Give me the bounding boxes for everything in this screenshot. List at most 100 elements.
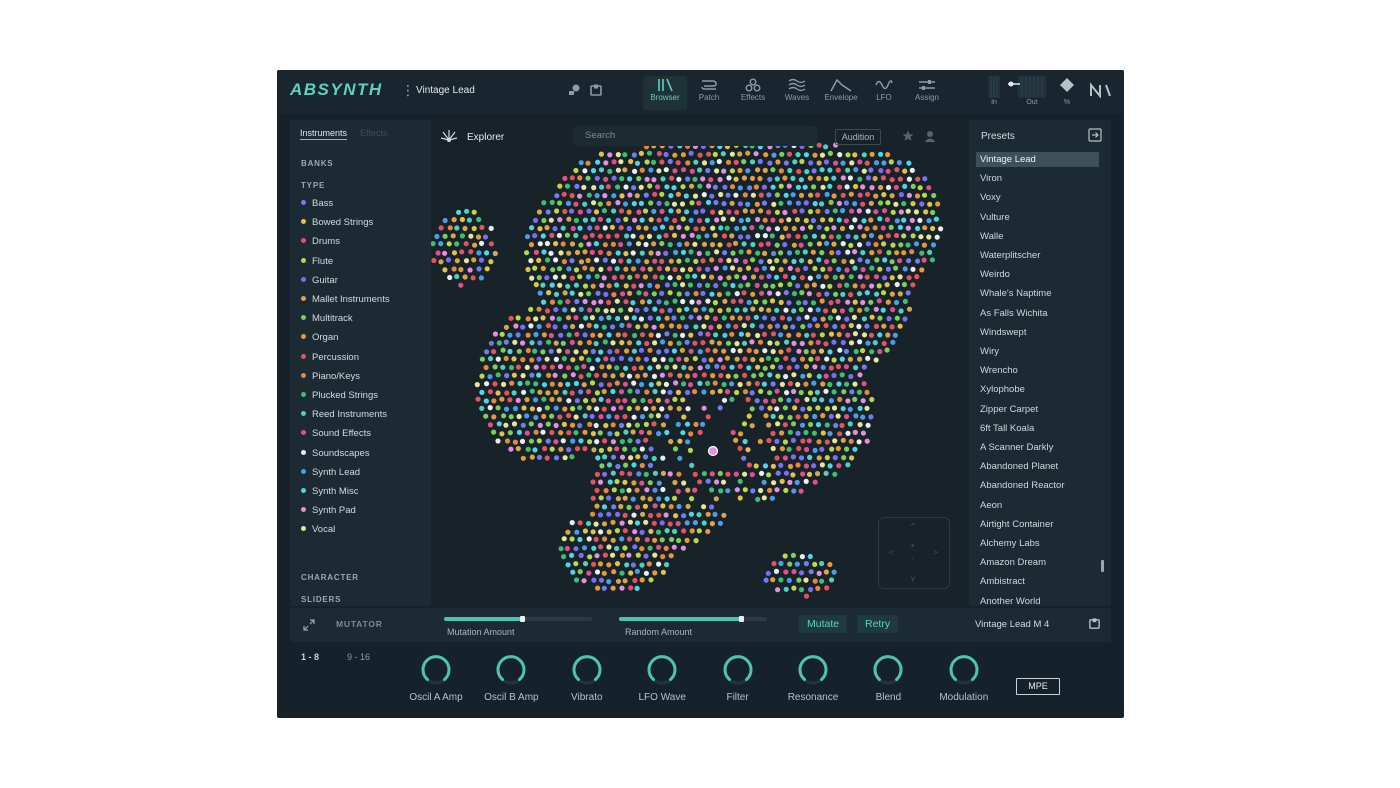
type-item[interactable]: Guitar [301, 275, 338, 289]
type-item[interactable]: Mallet Instruments [301, 294, 390, 308]
preset-item[interactable]: Abandoned Reactor [976, 478, 1099, 493]
map-navigation-pad[interactable]: ^ v < > + - [878, 517, 950, 589]
type-item[interactable]: Synth Pad [301, 505, 356, 519]
preset-item[interactable]: Zipper Carpet [976, 402, 1099, 417]
preset-item[interactable]: Ambistract [976, 574, 1099, 589]
save-mutation-icon[interactable] [1088, 617, 1101, 635]
preset-item[interactable]: Vintage Lead [976, 152, 1099, 167]
type-item[interactable]: Percussion [301, 352, 359, 366]
preset-item[interactable]: Abandoned Planet [976, 459, 1099, 474]
preset-item[interactable]: 6ft Tall Koala [976, 421, 1099, 436]
nav-down-icon[interactable]: v [911, 574, 915, 583]
zoom-in-icon[interactable]: + [910, 541, 915, 550]
tab-lfo[interactable]: LFO [862, 76, 906, 110]
type-color-dot [301, 507, 306, 513]
tab-assign[interactable]: Assign [905, 76, 949, 110]
mpe-button[interactable]: MPE [1016, 678, 1060, 695]
preset-item[interactable]: Whale's Naptime [976, 286, 1099, 301]
preset-item[interactable]: Vulture [976, 210, 1099, 225]
audition-button[interactable]: Audition [835, 129, 881, 145]
random-amount-slider[interactable] [619, 616, 767, 622]
nav-right-icon[interactable]: > [933, 548, 938, 557]
banks-section[interactable]: BANKS [301, 159, 333, 168]
expand-icon[interactable] [303, 618, 315, 636]
mutate-button[interactable]: Mutate [799, 615, 848, 633]
macro-knob-label: Vibrato [571, 692, 603, 703]
type-item[interactable]: Bass [301, 198, 333, 212]
type-color-dot [301, 219, 306, 225]
type-item[interactable]: Synth Lead [301, 467, 360, 481]
preset-item[interactable]: Windswept [976, 325, 1099, 340]
preset-menu-icon[interactable]: ⋮ [401, 82, 415, 98]
macro-knob[interactable] [872, 654, 904, 686]
type-item[interactable]: Synth Misc [301, 486, 358, 500]
save-icon[interactable] [588, 83, 604, 99]
preset-item[interactable]: Viron [976, 171, 1099, 186]
tab-instruments[interactable]: Instruments [300, 128, 348, 140]
macro-knob[interactable] [495, 654, 527, 686]
type-section[interactable]: TYPE [301, 181, 325, 190]
macro-knob[interactable] [646, 654, 678, 686]
retry-button[interactable]: Retry [857, 615, 899, 633]
type-item[interactable]: Plucked Strings [301, 390, 378, 404]
macro-page-1-8[interactable]: 1 - 8 [301, 652, 319, 662]
preset-item[interactable]: A Scanner Darkly [976, 440, 1099, 455]
preset-item[interactable]: Voxy [976, 190, 1099, 205]
type-item[interactable]: Piano/Keys [301, 371, 360, 385]
macro-knob[interactable] [420, 654, 452, 686]
presets-scrollbar[interactable] [1101, 560, 1104, 572]
type-item[interactable]: Reed Instruments [301, 409, 387, 423]
macro-knob[interactable] [797, 654, 829, 686]
export-icon[interactable] [1088, 128, 1102, 147]
zoom-out-icon[interactable]: - [911, 554, 914, 563]
tab-patch[interactable]: Patch [687, 76, 731, 110]
type-item[interactable]: Multitrack [301, 313, 353, 327]
macro-knob[interactable] [722, 654, 754, 686]
macro-knob-label: Oscil B Amp [484, 692, 539, 703]
preset-item[interactable]: Xylophobe [976, 382, 1099, 397]
tab-effects[interactable]: Effects [731, 76, 775, 110]
preset-item[interactable]: Amazon Dream [976, 555, 1099, 570]
favorite-star-icon[interactable] [902, 129, 914, 147]
tab-waves[interactable]: Waves [775, 76, 819, 110]
type-item[interactable]: Sound Effects [301, 428, 371, 442]
ni-logo-icon [1089, 82, 1113, 104]
type-item[interactable]: Flute [301, 256, 333, 270]
type-item[interactable]: Soundscapes [301, 448, 370, 462]
sliders-section[interactable]: SLIDERS [301, 595, 341, 604]
preset-item[interactable]: Airtight Container [976, 517, 1099, 532]
character-section[interactable]: CHARACTER [301, 573, 359, 582]
preset-item[interactable]: Waterplitscher [976, 248, 1099, 263]
output-meter[interactable] [1008, 76, 1046, 98]
tab-browser[interactable]: Browser [643, 76, 687, 110]
type-color-dot [301, 449, 306, 455]
preset-item[interactable]: Aeon [976, 498, 1099, 513]
diamond-icon[interactable] [1059, 77, 1075, 99]
preset-item[interactable]: Wrencho [976, 363, 1099, 378]
preset-item[interactable]: As Falls Wichita [976, 306, 1099, 321]
macro-knob[interactable] [948, 654, 980, 686]
random-amount-thumb[interactable] [739, 616, 745, 622]
search-input[interactable]: Search [573, 126, 817, 146]
tab-effects[interactable]: Effects [360, 128, 387, 138]
type-item[interactable]: Drums [301, 236, 340, 250]
preset-item[interactable]: Another World [976, 594, 1099, 609]
nav-left-icon[interactable]: < [889, 548, 894, 557]
preset-item[interactable]: Alchemy Labs [976, 536, 1099, 551]
mutation-amount-thumb[interactable] [519, 616, 525, 622]
explorer-icon[interactable] [440, 128, 458, 149]
macro-knob[interactable] [571, 654, 603, 686]
type-item[interactable]: Vocal [301, 524, 335, 538]
mutation-amount-slider[interactable] [444, 616, 592, 622]
nav-up-icon[interactable]: ^ [911, 522, 915, 531]
tab-envelope[interactable]: Envelope [819, 76, 863, 110]
current-preset-name: Vintage Lead [416, 85, 475, 96]
preset-item[interactable]: Weirdo [976, 267, 1099, 282]
type-item[interactable]: Organ [301, 332, 338, 346]
user-icon[interactable] [924, 129, 936, 147]
macro-page-9-16[interactable]: 9 - 16 [347, 652, 370, 662]
preset-item[interactable]: Wiry [976, 344, 1099, 359]
type-item[interactable]: Bowed Strings [301, 217, 373, 231]
preset-item[interactable]: Walle [976, 229, 1099, 244]
instrument-icon[interactable] [566, 83, 582, 99]
